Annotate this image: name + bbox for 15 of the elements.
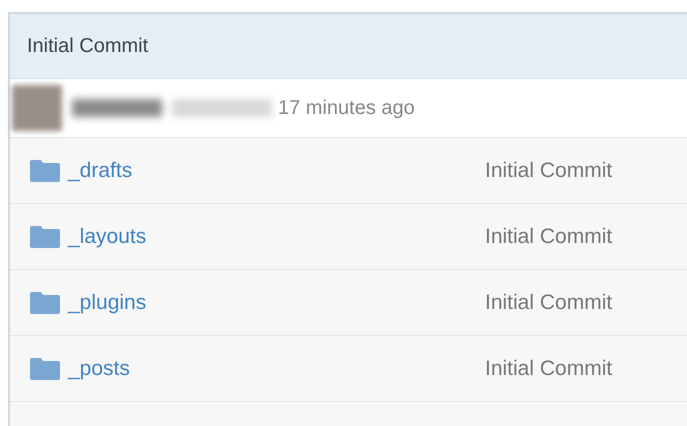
folder-icon — [30, 160, 60, 182]
commit-message: Initial Commit — [485, 356, 612, 380]
commit-message: Initial Commit — [485, 158, 612, 182]
folder-link[interactable]: _plugins — [68, 290, 485, 314]
folder-link[interactable]: _posts — [68, 356, 485, 380]
commit-title: Initial Commit — [27, 34, 148, 58]
avatar-placeholder — [12, 85, 62, 131]
folder-link[interactable]: _layouts — [68, 224, 485, 248]
commit-message: Initial Commit — [485, 290, 612, 314]
commit-age: 17 minutes ago — [278, 96, 415, 120]
commit-message: Initial Commit — [485, 224, 612, 248]
folder-icon — [30, 292, 60, 314]
folder-link[interactable]: _drafts — [68, 158, 485, 182]
folder-icon — [30, 358, 60, 380]
folder-icon — [30, 226, 60, 248]
